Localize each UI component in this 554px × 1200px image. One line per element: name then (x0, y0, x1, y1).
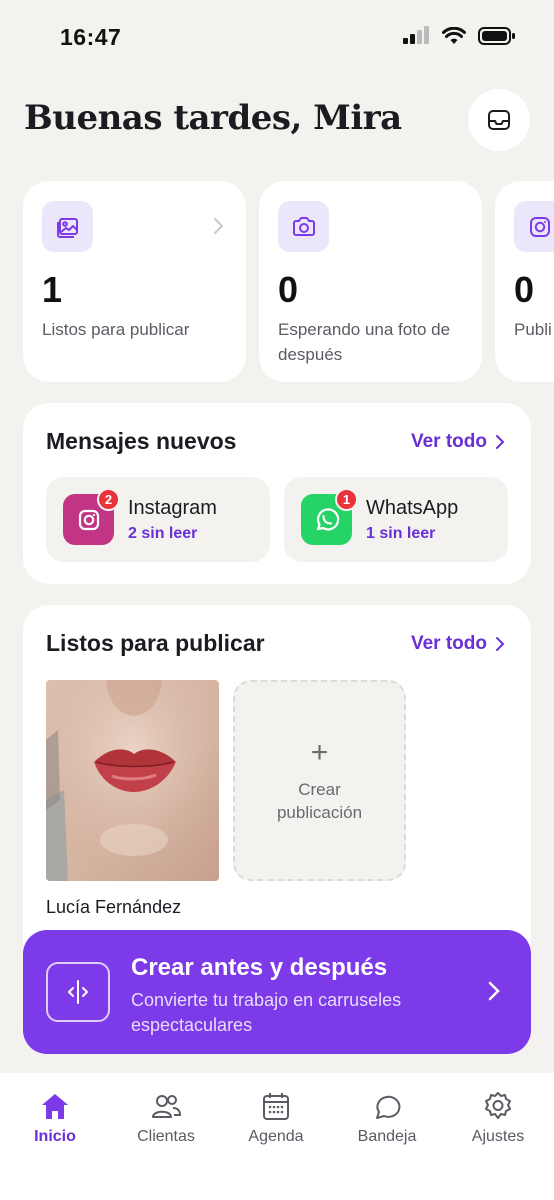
page-title: Buenas tardes, Mira (24, 98, 402, 138)
stat-value: 0 (278, 269, 299, 310)
status-icons (402, 26, 516, 46)
chevron-right-icon (488, 981, 500, 1001)
battery-icon (478, 27, 515, 45)
tab-label: Clientas (137, 1128, 195, 1145)
inbox-button[interactable] (468, 89, 530, 151)
create-post-label: Crear publicación (276, 779, 363, 822)
tab-label: Bandeja (357, 1128, 417, 1145)
tab-label: Inicio (34, 1128, 76, 1145)
ready-section: Listos para publicar Ver todo Lucía Fern… (23, 605, 531, 945)
stat-label: Esperando una foto de después (278, 320, 451, 364)
cellular-signal-icon (403, 26, 429, 44)
bottom-tab-bar: Inicio Clientas Agenda Bandeja Ajustes (0, 1073, 554, 1200)
stat-card-ready[interactable]: 1 Listos para publicar (23, 181, 246, 382)
cta-title: Crear antes y después (131, 954, 388, 981)
tab-ajustes[interactable]: Ajustes (448, 1091, 548, 1146)
channel-name: Instagram (128, 497, 217, 519)
channel-instagram[interactable]: 2 Instagram 2 sin leer (46, 477, 270, 562)
inbox-tray-icon (488, 110, 510, 130)
messages-see-all-link[interactable]: Ver todo (411, 431, 505, 453)
chevron-right-icon (496, 435, 505, 449)
tab-agenda[interactable]: Agenda (226, 1091, 326, 1146)
chevron-right-icon (496, 637, 505, 651)
section-title: Listos para publicar (46, 630, 265, 656)
channel-unread-count: 1 sin leer (366, 525, 436, 542)
unread-badge: 2 (97, 488, 120, 511)
ready-see-all-link[interactable]: Ver todo (411, 633, 505, 655)
see-all-label: Ver todo (410, 431, 487, 452)
home-icon (42, 1094, 68, 1119)
create-post-button[interactable]: + Crear publicación (233, 680, 406, 881)
channel-unread-count: 2 sin leer (128, 525, 198, 542)
wifi-icon (442, 27, 466, 44)
status-time: 16:47 (60, 24, 122, 50)
tab-bandeja[interactable]: Bandeja (337, 1091, 437, 1146)
lips-photo (46, 680, 219, 881)
stat-value: 1 (42, 269, 63, 310)
channel-whatsapp[interactable]: 1 WhatsApp 1 sin leer (284, 477, 508, 562)
stat-label: Listos para publicar (42, 320, 190, 339)
see-all-label: Ver todo (410, 633, 487, 654)
tab-inicio[interactable]: Inicio (5, 1091, 105, 1146)
stat-label: Publi (514, 320, 552, 339)
compare-split-icon (46, 962, 110, 1022)
chat-bubble-icon (376, 1095, 401, 1119)
tab-label: Ajustes (471, 1128, 525, 1145)
section-title: Mensajes nuevos (46, 428, 237, 454)
settings-icon (485, 1092, 511, 1119)
cta-subtitle: Convierte tu trabajo en carruseles espec… (131, 990, 402, 1035)
calendar-icon (263, 1093, 289, 1120)
people-icon (152, 1095, 182, 1118)
stat-value: 0 (514, 269, 535, 310)
tab-clientas[interactable]: Clientas (116, 1091, 216, 1146)
tab-label: Agenda (248, 1128, 304, 1145)
stat-card-waiting[interactable]: 0 Esperando una foto de después (259, 181, 482, 382)
create-before-after-button[interactable]: Crear antes y después Convierte tu traba… (23, 930, 531, 1054)
client-name: Lucía Fernández (46, 897, 182, 917)
image-icon (42, 201, 93, 252)
camera-icon (278, 201, 329, 252)
plus-icon: + (310, 735, 329, 769)
unread-badge: 1 (335, 488, 358, 511)
stat-card-published[interactable]: 0 Publi (495, 181, 554, 382)
channel-name: WhatsApp (366, 497, 459, 519)
instagram-icon (514, 201, 554, 252)
post-thumbnail[interactable] (46, 680, 219, 881)
status-bar: 16:47 (0, 0, 554, 74)
chevron-right-icon (214, 218, 224, 234)
messages-section: Mensajes nuevos Ver todo 2 Instagram 2 s… (23, 403, 531, 584)
